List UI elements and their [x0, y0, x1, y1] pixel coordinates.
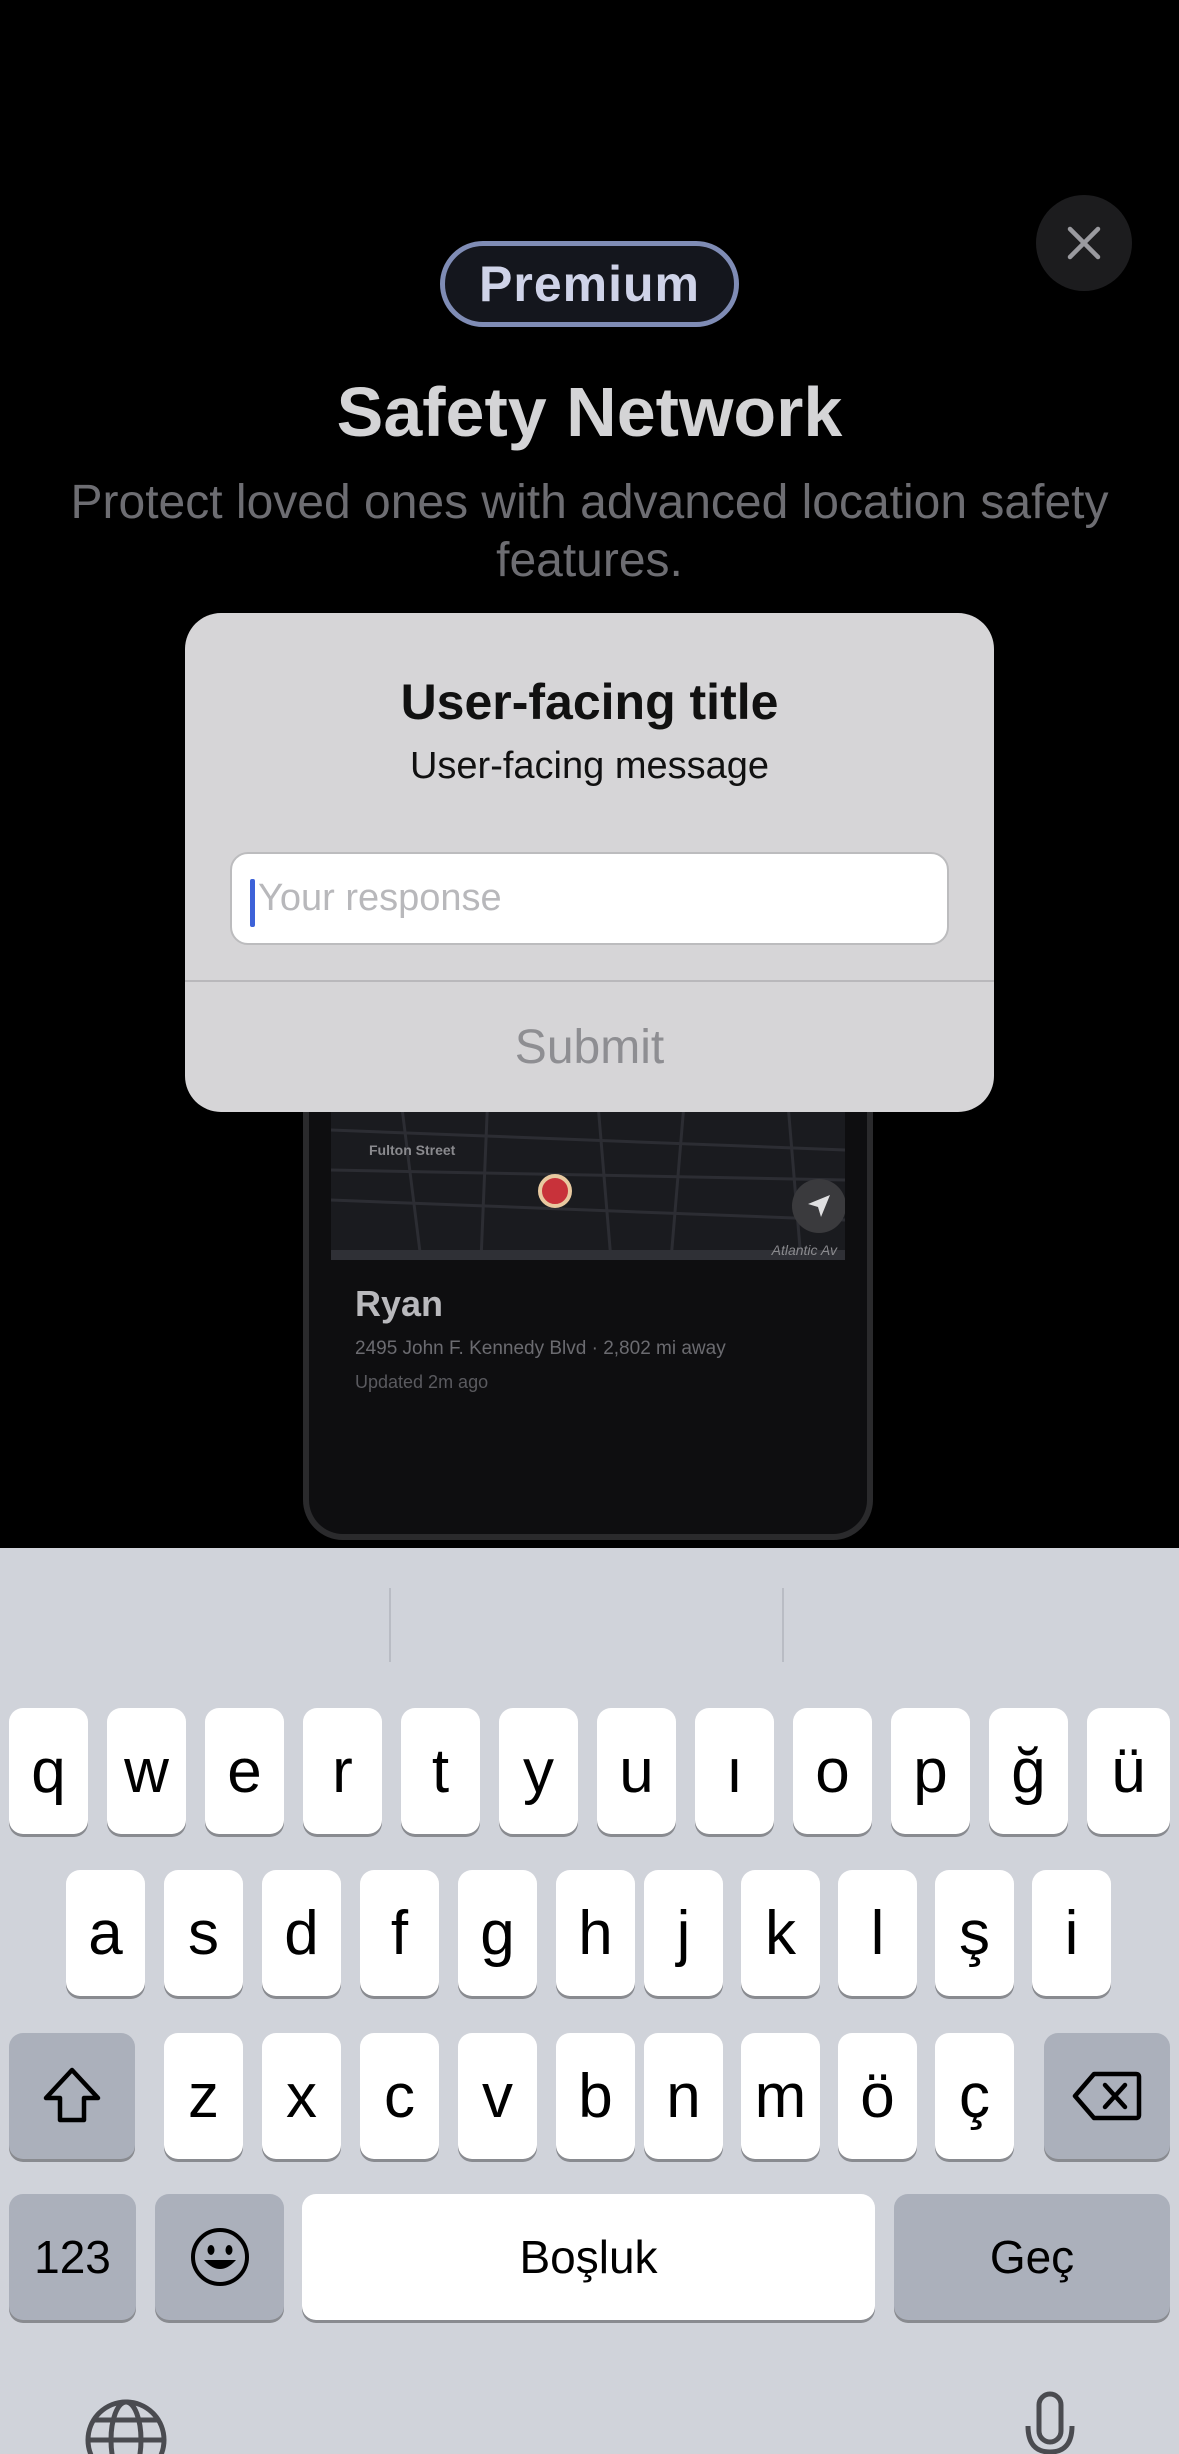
alert-message: User-facing message [409, 745, 770, 787]
key-u[interactable]: u [597, 1708, 676, 1834]
key-g[interactable]: g [458, 1870, 537, 1996]
return-key[interactable]: Geç [894, 2194, 1170, 2320]
key-b[interactable]: b [556, 2033, 635, 2159]
key-o-umlaut[interactable]: ö [838, 2033, 917, 2159]
emoji-key[interactable] [155, 2194, 284, 2320]
page-title: Safety Network [336, 373, 843, 451]
suggestion-divider [389, 1588, 391, 1662]
key-c[interactable]: c [360, 2033, 439, 2159]
key-dotless-i[interactable]: ı [695, 1708, 774, 1834]
premium-badge: Premium [440, 241, 739, 327]
key-u-umlaut[interactable]: ü [1087, 1708, 1170, 1834]
globe-button[interactable] [84, 2398, 168, 2454]
key-v[interactable]: v [458, 2033, 537, 2159]
locate-icon [792, 1179, 845, 1233]
street-label: Fulton Street [369, 1142, 456, 1158]
key-z[interactable]: z [164, 2033, 243, 2159]
text-cursor [250, 879, 255, 927]
shift-key[interactable] [9, 2033, 135, 2159]
key-i[interactable]: i [1032, 1870, 1111, 1996]
delete-key[interactable] [1044, 2033, 1170, 2159]
key-m[interactable]: m [741, 2033, 820, 2159]
street-label: Atlantic Av [771, 1242, 837, 1258]
delete-icon [1072, 2071, 1142, 2121]
key-f[interactable]: f [360, 1870, 439, 1996]
key-g-breve[interactable]: ğ [989, 1708, 1068, 1834]
emoji-icon [190, 2228, 249, 2286]
dictation-button[interactable] [1022, 2390, 1078, 2454]
key-k[interactable]: k [741, 1870, 820, 1996]
shift-icon [43, 2067, 101, 2123]
person-address: 2495 John F. Kennedy Blvd · 2,802 mi awa… [355, 1338, 726, 1359]
key-a[interactable]: a [66, 1870, 145, 1996]
close-button[interactable] [1036, 195, 1132, 291]
space-key[interactable]: Boşluk [302, 2194, 875, 2320]
key-e[interactable]: e [205, 1708, 284, 1834]
key-n[interactable]: n [644, 2033, 723, 2159]
close-icon [1067, 226, 1101, 260]
suggestion-divider [782, 1588, 784, 1662]
key-o[interactable]: o [793, 1708, 872, 1834]
key-s-cedilla[interactable]: ş [935, 1870, 1014, 1996]
response-input[interactable] [230, 852, 949, 945]
key-t[interactable]: t [401, 1708, 480, 1834]
numbers-key[interactable]: 123 [9, 2194, 136, 2320]
globe-icon [85, 2399, 167, 2454]
person-name: Ryan [355, 1283, 444, 1324]
key-j[interactable]: j [644, 1870, 723, 1996]
key-p[interactable]: p [891, 1708, 970, 1834]
page-subtitle: Protect loved ones with advanced locatio… [70, 476, 1109, 587]
submit-button[interactable]: Submit [185, 982, 994, 1112]
key-x[interactable]: x [262, 2033, 341, 2159]
keyboard: q w e r t y u ı o p ğ ü a s d f g h j k … [0, 1548, 1179, 2454]
alert-title: User-facing title [400, 674, 779, 730]
microphone-icon [1025, 2391, 1075, 2454]
key-y[interactable]: y [499, 1708, 578, 1834]
key-s[interactable]: s [164, 1870, 243, 1996]
key-r[interactable]: r [303, 1708, 382, 1834]
location-pin-icon [538, 1174, 572, 1208]
key-d[interactable]: d [262, 1870, 341, 1996]
key-w[interactable]: w [107, 1708, 186, 1834]
key-c-cedilla[interactable]: ç [935, 2033, 1014, 2159]
key-l[interactable]: l [838, 1870, 917, 1996]
key-h[interactable]: h [556, 1870, 635, 1996]
alert-dialog: User-facing title User-facing message Su… [185, 613, 994, 1112]
person-updated: Updated 2m ago [355, 1372, 489, 1392]
key-q[interactable]: q [9, 1708, 88, 1834]
